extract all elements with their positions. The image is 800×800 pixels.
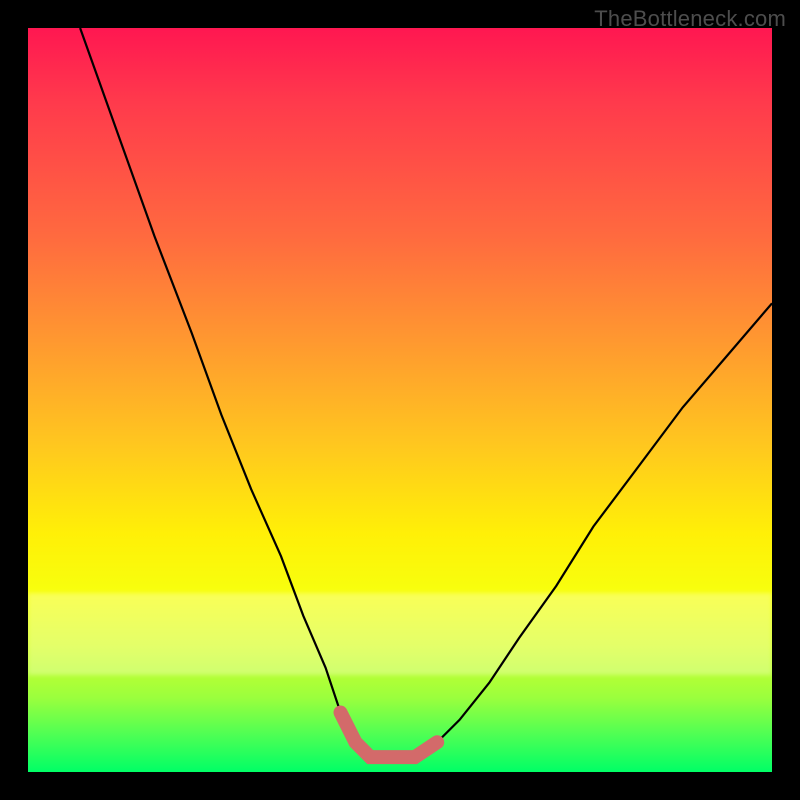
curve-layer	[28, 28, 772, 772]
plot-area	[28, 28, 772, 772]
bottleneck-curve	[80, 28, 772, 757]
watermark-text: TheBottleneck.com	[594, 6, 786, 32]
chart-frame: TheBottleneck.com	[0, 0, 800, 800]
optimal-range-highlight	[341, 713, 438, 758]
